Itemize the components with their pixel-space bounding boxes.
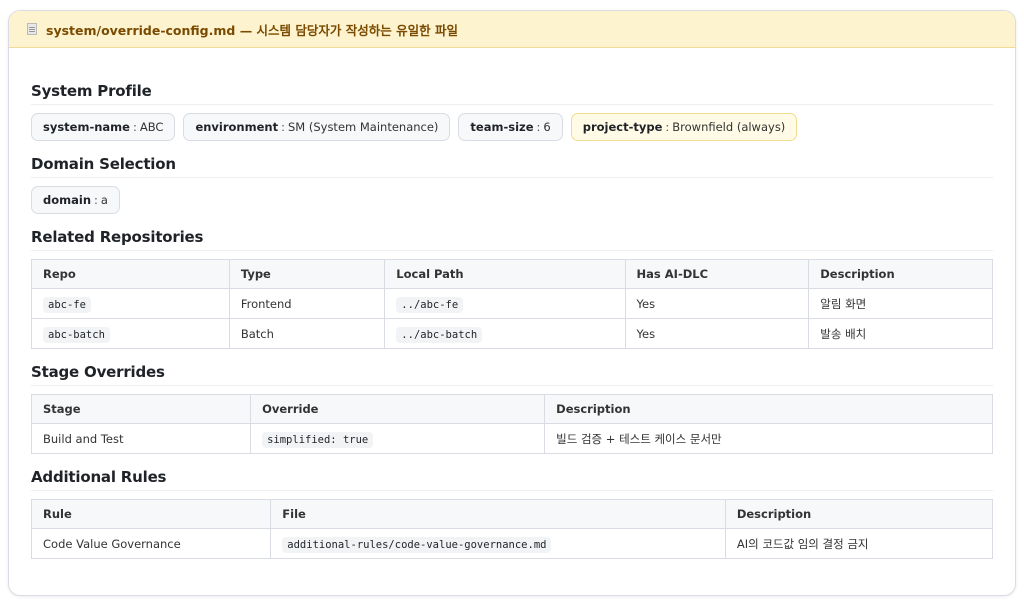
table-header-row: Stage Override Description	[30, 394, 993, 424]
column-header: Description	[808, 259, 993, 289]
column-header: Stage	[30, 394, 252, 424]
repo-name: abc-batch	[43, 326, 110, 343]
stage-name: Build and Test	[30, 423, 252, 454]
chip-system-name: system-name: ABC	[31, 113, 176, 141]
file-icon	[27, 23, 37, 35]
column-header: Type	[228, 259, 386, 289]
stage-overrides-heading: Stage Overrides	[31, 363, 993, 386]
table-row: abc-fe Frontend ../abc-fe Yes 알림 화면	[31, 288, 993, 319]
file-title: system/override-config.md — 시스템 담당자가 작성하…	[46, 22, 458, 38]
repo-has-aidlc: Yes	[624, 288, 810, 319]
related-repositories-heading: Related Repositories	[31, 228, 993, 251]
chip-team-size: team-size:6	[458, 113, 563, 141]
repo-type: Batch	[228, 318, 386, 349]
table-header-row: Repo Type Local Path Has AI-DLC Descript…	[31, 259, 993, 289]
stage-overrides-table: Stage Override Description Build and Tes…	[30, 394, 993, 454]
column-header: Override	[250, 394, 546, 424]
domain-selection-heading: Domain Selection	[31, 155, 993, 178]
stage-override-value: simplified: true	[262, 431, 374, 448]
related-repositories-table: Repo Type Local Path Has AI-DLC Descript…	[31, 259, 993, 349]
repo-path: ../abc-fe	[396, 296, 464, 313]
column-header: Description	[724, 499, 994, 529]
table-header-row: Rule File Description	[30, 499, 994, 529]
rule-name: Code Value Governance	[30, 528, 272, 559]
column-header: Repo	[31, 259, 230, 289]
table-row: Code Value Governance additional-rules/c…	[30, 528, 994, 559]
chip-environment: environment: SM (System Maintenance)	[183, 113, 451, 141]
file-header: system/override-config.md — 시스템 담당자가 작성하…	[9, 11, 1015, 48]
chip-domain: domain: a	[31, 186, 120, 214]
repo-description: 알림 화면	[808, 288, 993, 319]
repo-name: abc-fe	[43, 296, 91, 313]
column-header: File	[270, 499, 726, 529]
additional-rules-heading: Additional Rules	[31, 468, 993, 491]
additional-rules-table: Rule File Description Code Value Governa…	[30, 499, 994, 559]
rule-file: additional-rules/code-value-governance.m…	[282, 536, 552, 553]
repo-has-aidlc: Yes	[624, 318, 810, 349]
content: System Profile system-name: ABC environme…	[9, 82, 1015, 559]
column-header: Has AI-DLC	[624, 259, 810, 289]
chip-project-type: project-type: Brownfield (always)	[570, 113, 798, 141]
config-card: system/override-config.md — 시스템 담당자가 작성하…	[8, 10, 1016, 596]
table-row: Build and Test simplified: true 빌드 검증 + …	[30, 423, 993, 454]
repo-type: Frontend	[228, 288, 386, 319]
system-profile-heading: System Profile	[31, 82, 993, 105]
table-row: abc-batch Batch ../abc-batch Yes 발송 배치	[31, 318, 993, 349]
repo-description: 발송 배치	[808, 318, 993, 349]
system-profile-chips: system-name: ABC environment: SM (System M…	[31, 113, 993, 141]
rule-description: AI의 코드값 임의 결정 금지	[724, 528, 994, 559]
repo-path: ../abc-batch	[396, 326, 483, 343]
domain-selection-chips: domain: a	[31, 186, 993, 214]
column-header: Rule	[30, 499, 272, 529]
column-header: Local Path	[384, 259, 626, 289]
stage-description: 빌드 검증 + 테스트 케이스 문서만	[544, 423, 993, 454]
column-header: Description	[544, 394, 993, 424]
